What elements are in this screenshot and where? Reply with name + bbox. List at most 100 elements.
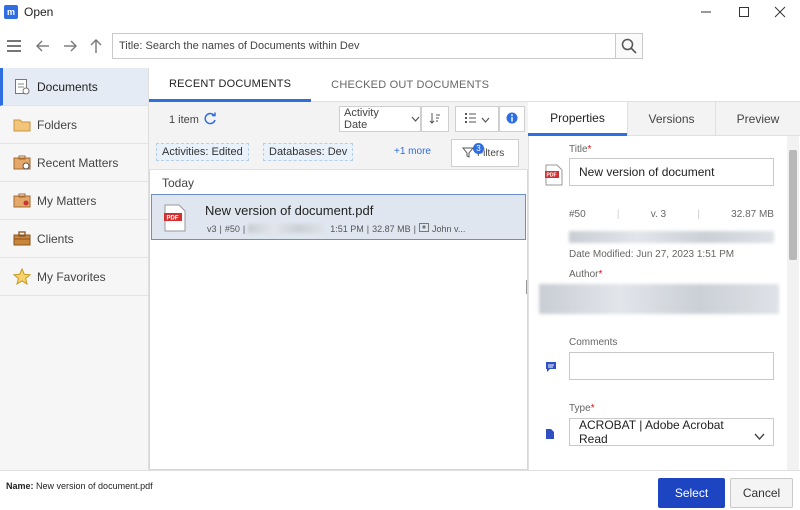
pdf-file-icon: PDF [164, 204, 186, 232]
info-icon [506, 112, 518, 127]
date-modified: Date Modified: Jun 27, 2023 1:51 PM [569, 249, 735, 260]
filter-count-badge: 3 [473, 143, 484, 154]
document-author: John v... [431, 223, 466, 234]
comments-field-label: Comments [569, 337, 618, 348]
document-list: Today PDF New version of document.pdf v3… [149, 170, 528, 470]
info-button[interactable] [499, 106, 525, 132]
sidebar-item-label: Documents [37, 79, 98, 94]
document-stats: #50 | v. 3 | 32.87 MB [569, 209, 774, 220]
redacted-author [539, 284, 779, 314]
sort-direction-icon [429, 112, 441, 127]
type-select-value: ACROBAT | Adobe Acrobat Read [579, 418, 724, 446]
properties-tabs: Properties Versions Preview [528, 102, 800, 136]
sidebar-item-label: Clients [37, 231, 74, 246]
tab-versions[interactable]: Versions [627, 102, 715, 136]
group-header: Today [162, 176, 195, 190]
recent-matters-icon [12, 154, 32, 172]
type-select[interactable]: ACROBAT | Adobe Acrobat Read [569, 418, 774, 446]
sidebar-item-label: Folders [37, 117, 78, 132]
app-logo-icon: m [4, 5, 18, 19]
forward-arrow-icon[interactable] [58, 34, 82, 58]
up-arrow-icon[interactable] [84, 34, 108, 58]
document-number: #50 [224, 223, 240, 234]
type-label-text: Type [569, 403, 591, 414]
table-row[interactable]: PDF New version of document.pdf v3 | #50… [151, 194, 526, 240]
item-count: 1 item [169, 112, 217, 128]
sidebar-item-label: My Matters [37, 193, 97, 208]
selected-name: Name: New version of document.pdf [6, 481, 153, 491]
sidebar-item-label: Recent Matters [37, 155, 119, 170]
document-number: #50 [569, 209, 586, 220]
chevron-down-icon [411, 113, 420, 125]
properties-scrollbar[interactable] [787, 136, 799, 470]
document-title: New version of document.pdf [205, 203, 374, 218]
sidebar-item-documents[interactable]: Documents [0, 68, 148, 106]
view-options-button[interactable] [455, 106, 499, 132]
search-icon[interactable] [615, 33, 643, 59]
sidebar-item-folders[interactable]: Folders [0, 106, 148, 144]
sidebar-item-my-favorites[interactable]: My Favorites [0, 258, 148, 296]
author-icon [418, 223, 429, 234]
filter-chip[interactable]: Activities: Edited [156, 143, 249, 161]
maximize-icon[interactable] [726, 0, 762, 24]
back-arrow-icon[interactable] [31, 34, 55, 58]
clients-icon [12, 230, 32, 248]
select-button[interactable]: Select [658, 478, 725, 508]
menu-icon[interactable] [2, 34, 26, 58]
filter-row: Activities: Edited Databases: Dev +1 mor… [149, 136, 528, 170]
title-field-label: Title* [569, 144, 592, 155]
sidebar-item-my-matters[interactable]: My Matters [0, 182, 148, 220]
document-time: 1:51 PM [330, 223, 364, 234]
sidebar-item-recent-matters[interactable]: Recent Matters [0, 144, 148, 182]
document-version: v3 [207, 223, 217, 234]
sort-select-value: Activity Date [344, 107, 379, 131]
my-matters-icon [12, 192, 32, 210]
item-count-label: 1 item [169, 114, 199, 126]
sidebar: Documents Folders Recent Matters My Matt… [0, 68, 149, 470]
title-field[interactable]: New version of document [569, 158, 774, 186]
pdf-file-icon: PDF [545, 164, 563, 189]
footer: Name: New version of document.pdf Select… [0, 470, 800, 510]
sidebar-item-label: My Favorites [37, 269, 106, 284]
cancel-button[interactable]: Cancel [730, 478, 793, 508]
minimize-icon[interactable] [688, 0, 724, 24]
refresh-icon[interactable] [204, 112, 217, 128]
properties-pane: Title* PDF New version of document #50 |… [528, 136, 800, 470]
comment-icon [545, 361, 557, 376]
name-label: Name: [6, 481, 34, 491]
sort-direction-button[interactable] [421, 106, 449, 132]
redacted-field [569, 231, 774, 243]
navigation-toolbar [0, 28, 800, 64]
list-header: 1 item Activity Date [149, 102, 528, 136]
filters-button[interactable]: 3 Filters [451, 139, 519, 167]
tab-properties[interactable]: Properties [528, 102, 627, 136]
svg-text:PDF: PDF [167, 216, 179, 222]
redacted-field [248, 224, 325, 233]
window-title: Open [24, 5, 54, 19]
scrollbar-thumb[interactable] [789, 150, 797, 260]
document-type-icon [545, 428, 555, 443]
tab-checked-out-documents[interactable]: CHECKED OUT DOCUMENTS [311, 68, 509, 102]
close-icon[interactable] [762, 0, 798, 24]
document-version: v. 3 [650, 209, 667, 220]
tab-preview[interactable]: Preview [715, 102, 800, 136]
documents-icon [12, 78, 32, 96]
document-size: 32.87 MB [372, 223, 411, 234]
folder-icon [12, 116, 32, 134]
filter-chip[interactable]: Databases: Dev [263, 143, 354, 161]
title-label-text: Title [569, 144, 588, 155]
sidebar-item-clients[interactable]: Clients [0, 220, 148, 258]
title-bar: m Open [0, 0, 800, 24]
chevron-down-icon [754, 429, 765, 443]
tab-recent-documents[interactable]: RECENT DOCUMENTS [149, 68, 312, 102]
comments-field[interactable] [569, 352, 774, 380]
type-field-label: Type* [569, 403, 595, 414]
star-icon [12, 268, 32, 286]
svg-text:PDF: PDF [547, 173, 557, 179]
author-label-text: Author [569, 269, 599, 280]
more-filters-link[interactable]: +1 more [394, 146, 431, 157]
document-tabs: RECENT DOCUMENTS CHECKED OUT DOCUMENTS [149, 68, 800, 102]
author-field-label: Author* [569, 269, 603, 280]
search-input[interactable] [112, 33, 616, 59]
sort-select[interactable]: Activity Date [339, 106, 421, 132]
